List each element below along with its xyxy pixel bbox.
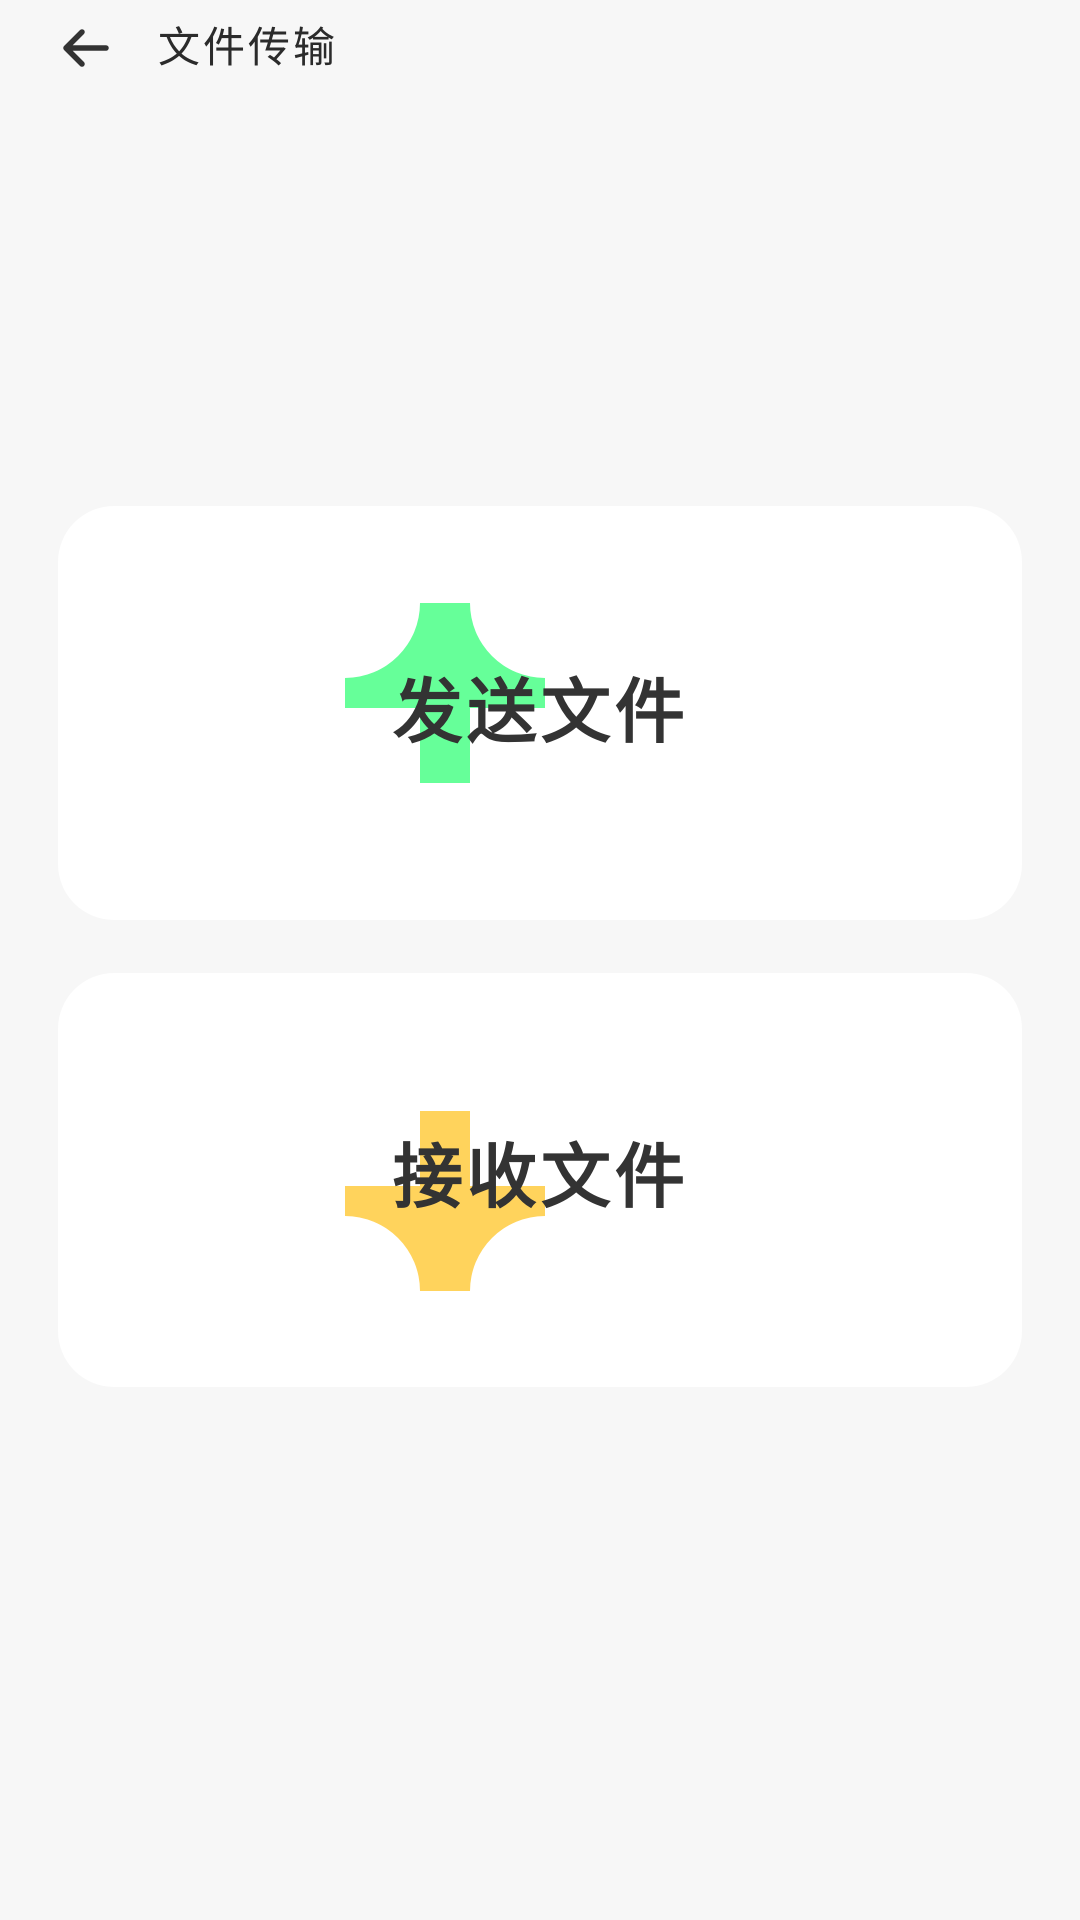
- send-file-card[interactable]: 发送文件: [58, 506, 1022, 920]
- send-file-label: 发送文件: [393, 671, 689, 753]
- page-title: 文件传输: [158, 23, 339, 72]
- app-bar: 文件传输: [0, 0, 1080, 100]
- receive-file-label: 接收文件: [393, 1136, 689, 1218]
- arrow-left-icon: [63, 29, 109, 67]
- back-button[interactable]: [60, 22, 132, 74]
- receive-file-card[interactable]: 接收文件: [58, 973, 1022, 1387]
